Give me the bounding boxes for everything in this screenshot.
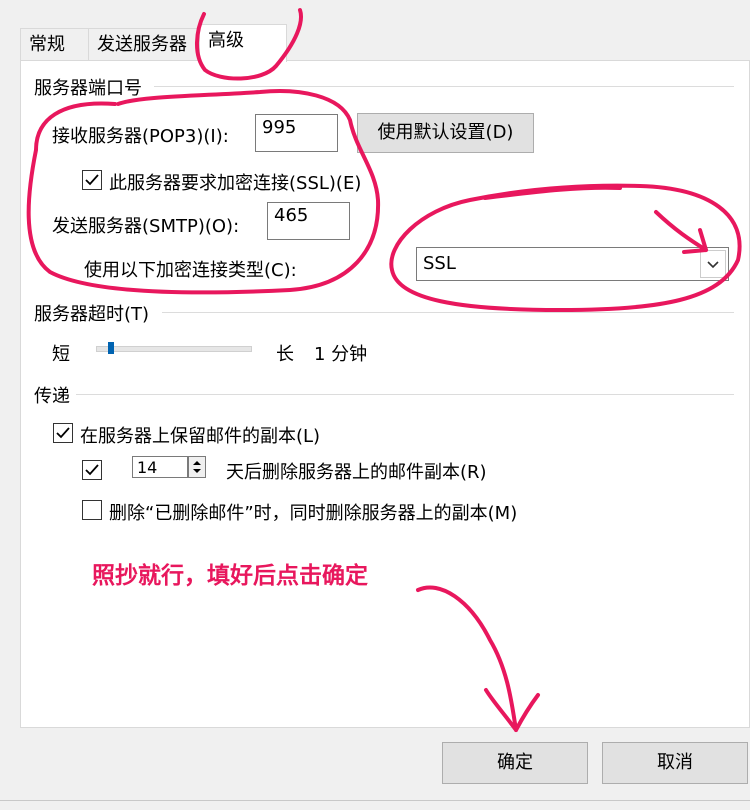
- timeout-short-label: 短: [52, 344, 70, 365]
- remove-when-deleted-checkbox[interactable]: [82, 500, 102, 520]
- delivery-group-label: 传递: [34, 382, 76, 408]
- spinner-arrows-icon[interactable]: [188, 456, 206, 478]
- tab-advanced[interactable]: 高级: [199, 24, 287, 62]
- server-ports-divider: [154, 86, 734, 87]
- incoming-port-field[interactable]: 995: [255, 114, 338, 152]
- remove-after-days-field[interactable]: 14: [132, 456, 188, 478]
- remove-when-deleted-label: 删除“已删除邮件”时，同时删除服务器上的副本(M): [109, 503, 518, 524]
- incoming-server-label: 接收服务器(POP3)(I):: [52, 126, 229, 147]
- ssl-required-checkbox[interactable]: [82, 170, 102, 190]
- checkmark-icon: [85, 174, 99, 186]
- keep-copy-checkbox[interactable]: [53, 423, 73, 443]
- tab-outgoing-server[interactable]: 发送服务器: [88, 28, 206, 61]
- encryption-type-select[interactable]: SSL: [416, 247, 729, 281]
- timeout-divider: [162, 312, 734, 313]
- window-bottom-edge: [0, 800, 750, 801]
- timeout-value: 1 分钟: [314, 344, 368, 365]
- checkmark-icon: [56, 427, 70, 439]
- remove-after-checkbox[interactable]: [82, 460, 102, 480]
- timeout-slider-thumb[interactable]: [108, 342, 114, 354]
- encryption-type-label: 使用以下加密连接类型(C):: [84, 260, 297, 281]
- use-defaults-button[interactable]: 使用默认设置(D): [357, 113, 534, 153]
- chevron-down-icon[interactable]: [700, 250, 726, 278]
- remove-after-days-stepper[interactable]: 14: [132, 456, 208, 480]
- outgoing-port-field[interactable]: 465: [267, 202, 350, 240]
- cancel-button[interactable]: 取消: [602, 742, 748, 784]
- server-ports-group-label: 服务器端口号: [34, 74, 148, 100]
- ssl-required-label: 此服务器要求加密连接(SSL)(E): [109, 173, 362, 194]
- timeout-group-label: 服务器超时(T): [34, 300, 156, 326]
- checkmark-icon: [85, 464, 99, 476]
- encryption-type-value: SSL: [423, 253, 456, 274]
- outgoing-server-label: 发送服务器(SMTP)(O):: [52, 216, 240, 237]
- ok-button[interactable]: 确定: [442, 742, 588, 784]
- annotation-instruction-text: 照抄就行，填好后点击确定: [92, 563, 368, 589]
- remove-after-label: 天后删除服务器上的邮件副本(R): [226, 462, 487, 483]
- timeout-slider-track[interactable]: [96, 346, 252, 352]
- keep-copy-label: 在服务器上保留邮件的副本(L): [80, 426, 321, 447]
- tab-general[interactable]: 常规: [20, 28, 90, 61]
- timeout-long-label: 长: [276, 344, 294, 365]
- delivery-divider: [76, 394, 734, 395]
